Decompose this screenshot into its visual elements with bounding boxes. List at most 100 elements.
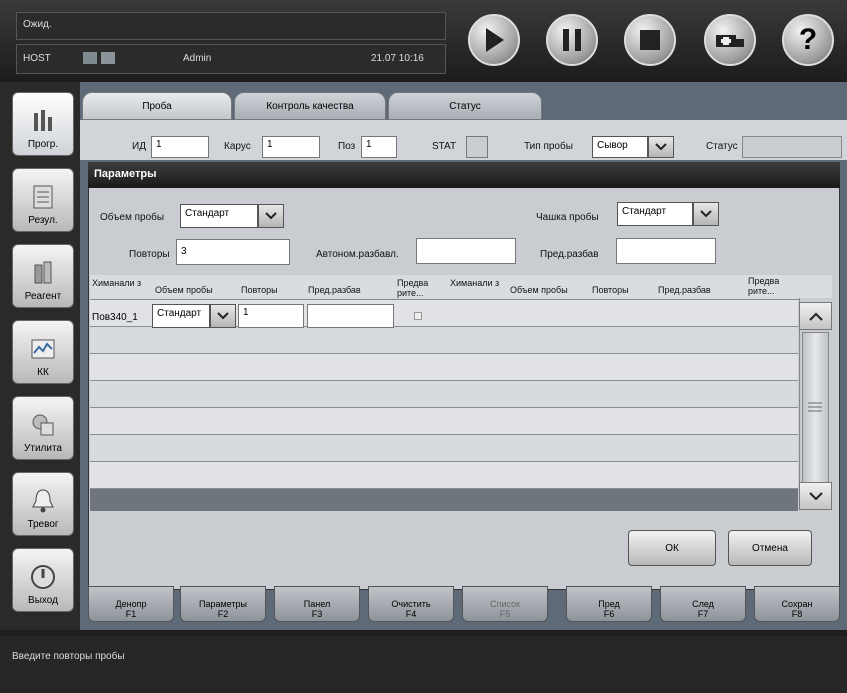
grid-header-predilution: Пред.разбав (308, 285, 361, 295)
row-volume-select[interactable]: Стандарт (152, 304, 210, 328)
fkey-label: Список (490, 599, 520, 609)
grid-header-prerinse: Предва рите... (397, 278, 429, 298)
nav-program[interactable]: Прогр. (12, 92, 74, 156)
status-message: Введите повторы пробы (12, 651, 125, 662)
nav-label: Резул. (28, 215, 58, 226)
scroll-up-button[interactable] (799, 302, 832, 330)
fkey-f3[interactable]: Панел F3 (274, 586, 360, 622)
chevron-down-icon (265, 212, 277, 220)
stat-checkbox[interactable] (466, 136, 488, 158)
grid-header-volume: Объем пробы (155, 285, 213, 295)
table-row[interactable] (90, 354, 798, 381)
fkey-f1[interactable]: Денопр F1 (88, 586, 174, 622)
fkey-key: F4 (405, 609, 417, 619)
fkey-f5[interactable]: Список F5 (462, 586, 548, 622)
repeats-input[interactable]: 3 (176, 239, 290, 265)
help-button[interactable]: ? (782, 14, 834, 66)
chevron-down-icon (700, 210, 712, 218)
fkey-key: F8 (791, 609, 803, 619)
sample-type-select[interactable]: Сывор (592, 136, 648, 158)
stop-button[interactable] (624, 14, 676, 66)
grid-header-repeats: Повторы (241, 285, 278, 295)
volume-dropdown-button[interactable] (258, 204, 284, 228)
utility-icon (32, 414, 54, 436)
cup-select[interactable]: Стандарт (617, 202, 693, 226)
fkey-key: F1 (125, 609, 137, 619)
fkey-f2[interactable]: Параметры F2 (180, 586, 266, 622)
row-volume-dropdown-button[interactable] (210, 304, 236, 328)
run-button[interactable] (468, 14, 520, 66)
tab-label: Проба (142, 100, 172, 112)
nav-label: Тревог (27, 519, 59, 530)
table-row[interactable] (90, 462, 798, 489)
cancel-button[interactable]: Отмена (728, 530, 812, 566)
grid-header-prerinse-2: Предва рите... (748, 276, 780, 296)
cancel-label: Отмена (752, 542, 788, 554)
nav-qc[interactable]: КК (12, 320, 74, 384)
table-row[interactable] (90, 435, 798, 462)
fkey-f6[interactable]: Пред F6 (566, 586, 652, 622)
position-label: Поз (338, 141, 356, 152)
status-field (742, 136, 842, 158)
pause-button[interactable] (546, 14, 598, 66)
stat-label: STAT (432, 141, 457, 152)
predilution-input[interactable] (616, 238, 716, 264)
carousel-field[interactable]: 1 (262, 136, 320, 158)
fkey-key: F7 (697, 609, 709, 619)
grid-header-predilution-2: Пред.разбав (658, 285, 711, 295)
host-label: HOST (23, 53, 51, 64)
nav-label: КК (37, 367, 49, 378)
fkey-label: Пред (598, 599, 620, 609)
nav-alarm[interactable]: Тревог (12, 472, 74, 536)
nav-results[interactable]: Резул. (12, 168, 74, 232)
autodilution-input[interactable] (416, 238, 516, 264)
scroll-down-button[interactable] (799, 482, 832, 510)
tab-quality-control[interactable]: Контроль качества (234, 92, 386, 120)
grid-header-repeats-2: Повторы (592, 285, 629, 295)
fkey-label: Сохран (781, 599, 813, 609)
top-bar: Ожид. HOST Admin 21.07 10:16 ? (0, 0, 847, 82)
nav-reagent[interactable]: Реагент (12, 244, 74, 308)
tab-sample[interactable]: Проба (82, 92, 232, 120)
row-repeats-input[interactable]: 1 (238, 304, 304, 328)
row-predilution-input[interactable] (307, 304, 394, 328)
cup-dropdown-button[interactable] (693, 202, 719, 226)
fkey-f4[interactable]: Очистить F4 (368, 586, 454, 622)
chevron-down-icon (655, 143, 667, 151)
ok-label: ОК (665, 542, 679, 554)
sample-type-dropdown-button[interactable] (648, 136, 674, 158)
grid-footer-band (90, 489, 798, 511)
grid-header-volume-2: Объем пробы (510, 285, 568, 295)
ok-button[interactable]: ОК (628, 530, 716, 566)
tab-status[interactable]: Статус (388, 92, 542, 120)
fkey-label: Панел (303, 599, 331, 609)
cup-label: Чашка пробы (536, 212, 599, 223)
fkey-f8[interactable]: Сохран F8 (754, 586, 840, 622)
table-row[interactable] (90, 327, 798, 354)
repeats-label: Повторы (129, 249, 170, 260)
fkey-key: F6 (603, 609, 615, 619)
fkey-label: Очистить (391, 599, 431, 609)
carousel-label: Карус (224, 141, 251, 152)
printer-icon (101, 52, 115, 64)
table-row[interactable] (90, 381, 798, 408)
position-field[interactable]: 1 (361, 136, 397, 158)
qc-chart-icon (31, 339, 55, 359)
nav-label: Выход (28, 595, 58, 606)
pause-icon (563, 29, 581, 51)
emergency-button[interactable] (704, 14, 756, 66)
row-prerinse-checkbox[interactable] (414, 312, 422, 320)
id-label: ИД (132, 141, 146, 152)
ambulance-icon (716, 35, 744, 47)
volume-select[interactable]: Стандарт (180, 204, 258, 228)
bar-chart-icon (34, 110, 52, 131)
exit-icon (31, 565, 55, 589)
table-row[interactable] (90, 408, 798, 435)
chevron-down-icon (808, 491, 823, 500)
dialog-title: Параметры (88, 162, 840, 188)
nav-utility[interactable]: Утилита (12, 396, 74, 460)
fkey-f7[interactable]: След F7 (660, 586, 746, 622)
fkey-label: Денопр (115, 599, 147, 609)
nav-exit[interactable]: Выход (12, 548, 74, 612)
id-field[interactable]: 1 (151, 136, 209, 158)
